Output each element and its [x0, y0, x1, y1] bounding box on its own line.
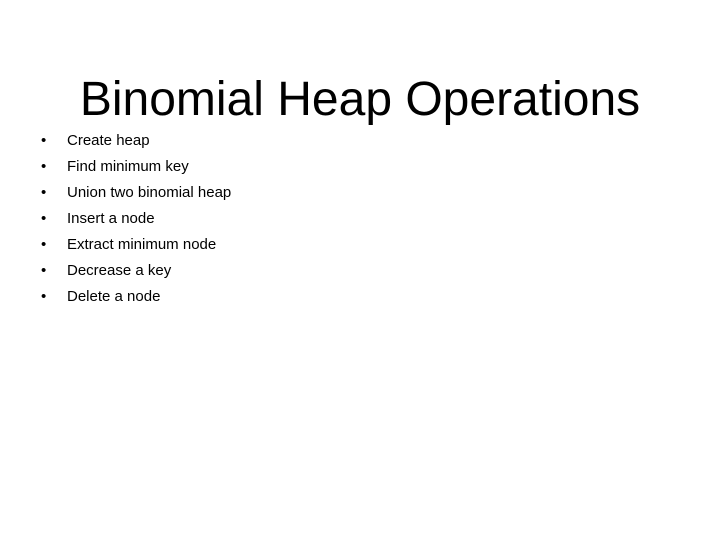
list-item-label: Decrease a key	[67, 262, 172, 279]
list-item: • Delete a node	[36, 284, 656, 310]
list-item: • Create heap	[36, 128, 656, 154]
bullet-list: • Create heap • Find minimum key • Union…	[36, 128, 656, 310]
bullet-point-icon: •	[41, 184, 47, 201]
list-item: • Decrease a key	[36, 258, 656, 284]
list-item-label: Insert a node	[67, 210, 155, 227]
bullet-point-icon: •	[41, 288, 47, 305]
list-item: • Extract minimum node	[36, 232, 656, 258]
list-item-label: Find minimum key	[67, 158, 189, 175]
slide-canvas: Binomial Heap Operations • Create heap •…	[0, 0, 720, 540]
list-item-label: Create heap	[67, 132, 150, 149]
list-item-label: Extract minimum node	[67, 236, 217, 253]
bullet-point-icon: •	[41, 132, 47, 149]
list-item-label: Union two binomial heap	[67, 184, 232, 201]
bullet-point-icon: •	[41, 262, 47, 279]
list-item: • Insert a node	[36, 206, 656, 232]
list-item-label: Delete a node	[67, 288, 161, 305]
page-title: Binomial Heap Operations	[79, 73, 641, 127]
bullet-point-icon: •	[41, 158, 47, 175]
bullet-point-icon: •	[41, 236, 47, 253]
list-item: • Find minimum key	[36, 154, 656, 180]
list-item: • Union two binomial heap	[36, 180, 656, 206]
bullet-point-icon: •	[41, 210, 47, 227]
